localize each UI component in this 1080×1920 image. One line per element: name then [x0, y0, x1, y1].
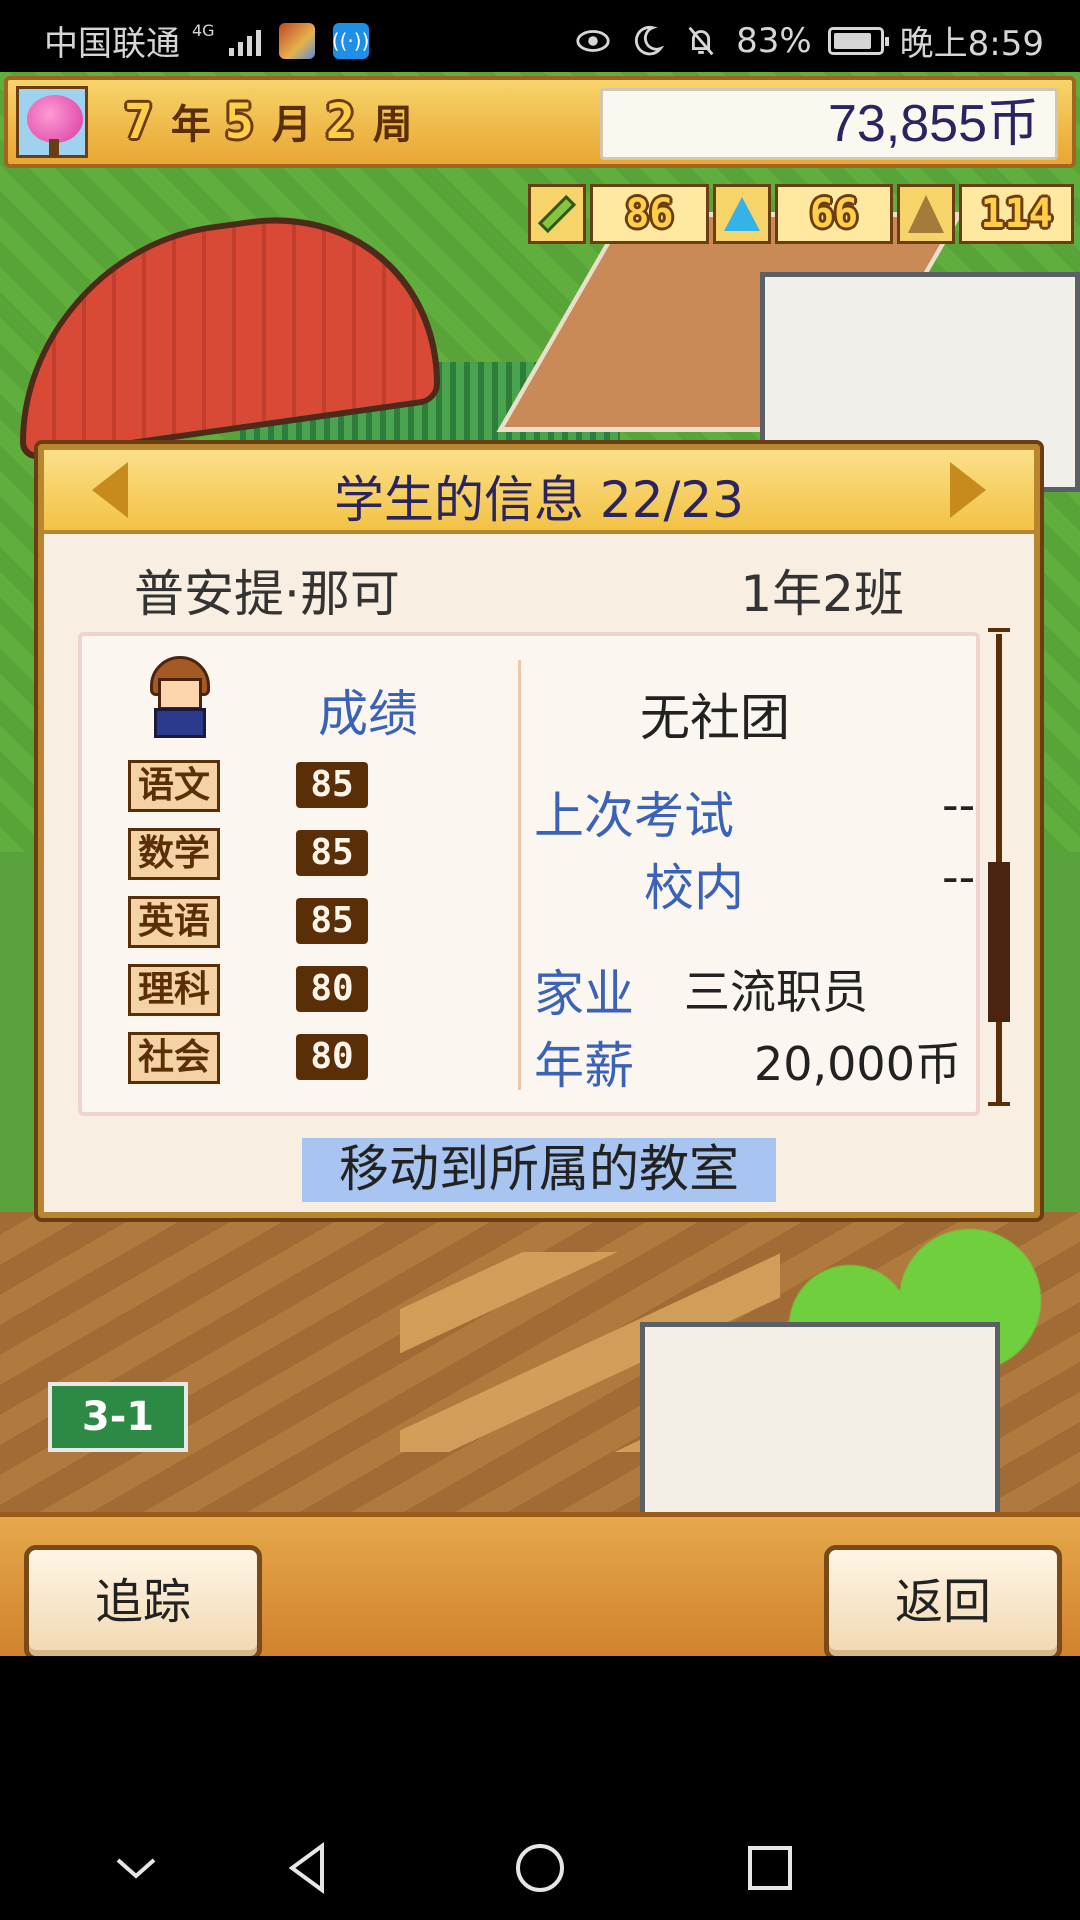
- last-exam-label: 上次考试: [534, 787, 734, 845]
- student-avatar: [144, 656, 216, 738]
- money-display: 73,855币: [600, 88, 1058, 160]
- next-student-arrow-icon[interactable]: [950, 462, 986, 518]
- last-exam-value: --: [942, 778, 976, 832]
- sakura-tree-icon: [16, 86, 88, 158]
- month-value: 5: [224, 94, 254, 150]
- year-unit: 年: [170, 102, 211, 148]
- student-name: 普安提·那可: [134, 565, 400, 623]
- hotspot-app-icon: ((·)): [332, 22, 369, 59]
- week-value: 2: [325, 94, 355, 150]
- classroom-sign: 3-1: [48, 1382, 188, 1452]
- scrollbar-cap: [988, 1102, 1010, 1106]
- week-unit: 周: [372, 102, 413, 148]
- salary-label: 年薪: [534, 1037, 634, 1095]
- move-to-classroom-button[interactable]: 移动到所属的教室: [302, 1138, 776, 1202]
- back-button[interactable]: 返回: [824, 1545, 1062, 1656]
- popularity-points: 114: [959, 184, 1074, 244]
- navigation-bar: [0, 1656, 1080, 1920]
- network-type: 4G: [192, 21, 215, 40]
- subject-row: 理科 80: [128, 964, 388, 1020]
- family-job-value: 三流职员: [684, 965, 868, 1019]
- signal-icon: [228, 26, 261, 56]
- mute-bell-icon: [688, 26, 714, 55]
- subject-label: 语文: [128, 760, 220, 812]
- subject-label: 英语: [128, 896, 220, 948]
- status-bar-left: 中国联通 4G ((·)): [44, 16, 369, 65]
- subject-label: 数学: [128, 828, 220, 880]
- moon-icon: [634, 25, 665, 55]
- subject-label: 社会: [128, 1032, 220, 1084]
- game-app-icon: [278, 22, 315, 59]
- subject-row: 英语 85: [128, 896, 388, 952]
- game-view[interactable]: 3-1 7 年 5 月 2 周 73,855币 86 66 114 学生的信息 …: [0, 72, 1080, 1656]
- info-panel[interactable]: 成绩 语文 85 数学 85 英语 85 理科 80 社会 80 无社团 上次考…: [78, 632, 980, 1116]
- student-class: 1年2班: [740, 565, 904, 623]
- top-hud: 7 年 5 月 2 周 73,855币: [4, 76, 1076, 168]
- subject-row: 语文 85: [128, 760, 388, 816]
- game-date: 7 年 5 月 2 周: [120, 92, 423, 150]
- flask-icon: [712, 184, 771, 244]
- club-status: 无社团: [640, 689, 790, 747]
- scrollbar-thumb[interactable]: [988, 862, 1010, 1022]
- subject-score: 80: [296, 966, 368, 1012]
- month-unit: 月: [271, 102, 312, 148]
- home-circle-icon[interactable]: [512, 1840, 568, 1896]
- battery-percent: 83%: [736, 20, 812, 61]
- tower-icon: [897, 184, 956, 244]
- dialog-title: 学生的信息 22/23: [334, 471, 744, 529]
- track-button[interactable]: 追踪: [24, 1545, 262, 1656]
- recent-apps-square-icon[interactable]: [742, 1840, 798, 1896]
- clock-time: 晚上8:59: [899, 24, 1044, 64]
- family-job-label: 家业: [534, 965, 634, 1023]
- eye-icon: [576, 29, 610, 52]
- stats-bar: 86 66 114: [528, 180, 1074, 248]
- status-bar: 中国联通 4G ((·)) 83% 晚上8:59: [0, 0, 1080, 72]
- chevron-down-icon[interactable]: [108, 1840, 164, 1896]
- study-points: 86: [590, 184, 709, 244]
- status-bar-right: 83% 晚上8:59: [574, 16, 1044, 65]
- bottom-button-bar: 追踪 返回: [0, 1512, 1080, 1656]
- grades-label: 成绩: [318, 685, 418, 743]
- subject-score: 85: [296, 830, 368, 876]
- school-rank-value: --: [942, 850, 976, 904]
- subject-row: 数学 85: [128, 828, 388, 884]
- battery-level: [833, 32, 871, 49]
- battery-icon: [827, 26, 889, 55]
- dialog-header: 学生的信息 22/23: [44, 450, 1034, 534]
- salary-value: 20,000币: [754, 1037, 961, 1091]
- year-value: 7: [124, 94, 153, 150]
- subject-score: 85: [296, 898, 368, 944]
- subject-row: 社会 80: [128, 1032, 388, 1088]
- pencil-icon: [528, 184, 587, 244]
- carrier-name: 中国联通: [44, 24, 180, 64]
- student-info-dialog: 学生的信息 22/23 普安提·那可 1年2班 成绩 语文 85 数学 85 英…: [38, 444, 1040, 1218]
- research-points: 66: [774, 184, 894, 244]
- scrollbar-cap: [988, 628, 1010, 632]
- subject-score: 80: [296, 1034, 368, 1080]
- subject-label: 理科: [128, 964, 220, 1016]
- panel-divider: [518, 660, 521, 1090]
- school-rank-label: 校内: [644, 859, 744, 917]
- subject-score: 85: [296, 762, 368, 808]
- back-triangle-icon[interactable]: [282, 1840, 338, 1896]
